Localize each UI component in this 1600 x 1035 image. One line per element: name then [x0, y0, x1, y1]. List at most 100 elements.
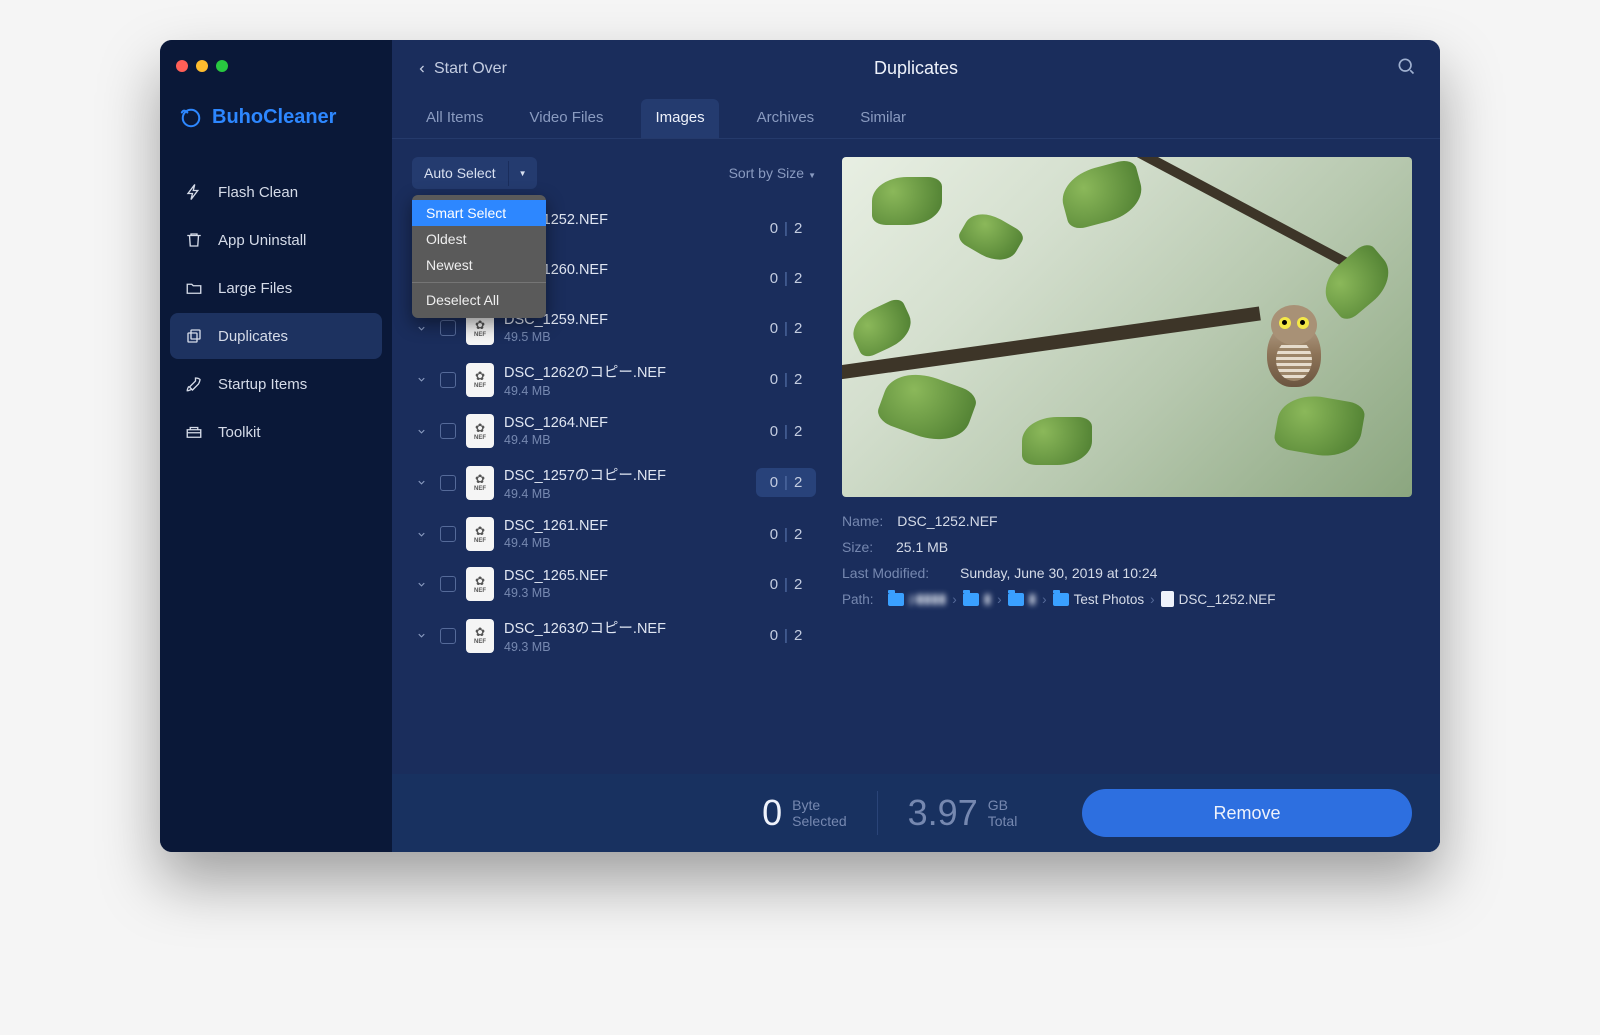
duplicate-count[interactable]: 0|2 [756, 365, 816, 394]
file-name: DSC_1264.NEF [504, 415, 746, 431]
sidebar: BuhoCleaner Flash Clean App Uninstall La… [160, 40, 392, 852]
list-toolbar: Auto Select ▼ Sort by Size▼ Smart Select… [412, 157, 832, 203]
tab-images[interactable]: Images [641, 99, 718, 138]
sidebar-item-toolkit[interactable]: Toolkit [170, 409, 382, 455]
sidebar-item-label: Toolkit [218, 424, 261, 441]
back-button[interactable]: Start Over [416, 60, 507, 78]
sidebar-item-label: Duplicates [218, 328, 288, 345]
path-segment-label: ▮ [1029, 591, 1036, 607]
meta-value-name: DSC_1252.NEF [897, 513, 997, 529]
file-row[interactable]: ✿NEF DSC_1257のコピー.NEF 49.4 MB 0|2 [412, 456, 826, 509]
chevron-down-icon[interactable] [412, 323, 430, 334]
app-window: BuhoCleaner Flash Clean App Uninstall La… [160, 40, 1440, 852]
file-row[interactable]: ✿NEF DSC_1263のコピー.NEF 49.3 MB 0|2 [412, 609, 826, 662]
file-size: 49.4 MB [504, 536, 746, 550]
folder-icon [184, 278, 204, 298]
dropdown-item-newest[interactable]: Newest [412, 252, 546, 278]
selected-label: Selected [792, 813, 846, 829]
chevron-down-icon[interactable] [412, 630, 430, 641]
window-controls [160, 54, 392, 92]
file-row[interactable]: ✿NEF DSC_1261.NEF 49.4 MB 0|2 [412, 509, 826, 559]
duplicate-count[interactable]: 0|2 [756, 570, 816, 599]
footer-bar: 0 Byte Selected 3.97 GB Total Remove [392, 774, 1440, 852]
file-checkbox[interactable] [440, 526, 456, 542]
dropdown-item-smart-select[interactable]: Smart Select [412, 200, 546, 226]
sidebar-item-startup-items[interactable]: Startup Items [170, 361, 382, 407]
duplicate-count[interactable]: 0|2 [756, 468, 816, 497]
duplicate-count[interactable]: 0|2 [756, 520, 816, 549]
duplicate-count[interactable]: 0|2 [756, 264, 816, 293]
sidebar-item-label: Flash Clean [218, 184, 298, 201]
nef-file-icon: ✿NEF [466, 619, 494, 653]
selected-count: 0 [762, 792, 782, 834]
chevron-down-icon[interactable]: ▼ [508, 161, 537, 186]
header: Start Over Duplicates [392, 40, 1440, 91]
close-window-button[interactable] [176, 60, 188, 72]
meta-value-size: 25.1 MB [896, 539, 948, 555]
file-checkbox[interactable] [440, 423, 456, 439]
file-row[interactable]: ✿NEF DSC_1264.NEF 49.4 MB 0|2 [412, 406, 826, 456]
file-checkbox[interactable] [440, 372, 456, 388]
file-size: 49.3 MB [504, 640, 746, 654]
file-name: DSC_1265.NEF [504, 568, 746, 584]
sort-button[interactable]: Sort by Size▼ [729, 165, 816, 181]
chevron-right-icon: › [997, 592, 1002, 607]
selected-stat: 0 Byte Selected [762, 792, 847, 834]
chevron-down-icon[interactable] [412, 529, 430, 540]
file-row[interactable]: ✿NEF DSC_1262のコピー.NEF 49.4 MB 0|2 [412, 353, 826, 406]
chevron-down-icon[interactable] [412, 579, 430, 590]
file-checkbox[interactable] [440, 628, 456, 644]
detail-pane: Name: DSC_1252.NEF Size: 25.1 MB Last Mo… [832, 139, 1440, 774]
sidebar-item-label: App Uninstall [218, 232, 306, 249]
auto-select-dropdown: Smart Select Oldest Newest Deselect All [412, 195, 546, 318]
dropdown-divider [412, 282, 546, 283]
sidebar-item-label: Large Files [218, 280, 292, 297]
chevron-down-icon[interactable] [412, 426, 430, 437]
folder-icon [963, 593, 979, 606]
file-checkbox[interactable] [440, 320, 456, 336]
tab-all-items[interactable]: All Items [418, 99, 492, 138]
auto-select-button[interactable]: Auto Select ▼ [412, 157, 537, 189]
chevron-left-icon [416, 61, 428, 77]
chevron-down-icon[interactable] [412, 477, 430, 488]
chevron-right-icon: › [1042, 592, 1047, 607]
filter-tabs: All Items Video Files Images Archives Si… [392, 91, 1440, 139]
file-list-pane: Auto Select ▼ Sort by Size▼ Smart Select… [392, 139, 832, 774]
duplicate-count[interactable]: 0|2 [756, 214, 816, 243]
tab-archives[interactable]: Archives [749, 99, 823, 138]
selected-unit: Byte [792, 797, 846, 813]
duplicate-count[interactable]: 0|2 [756, 417, 816, 446]
path-segment[interactable]: p▮▮▮▮ [888, 591, 946, 607]
rocket-icon [184, 374, 204, 394]
maximize-window-button[interactable] [216, 60, 228, 72]
path-segment[interactable]: ▮ [963, 591, 991, 607]
file-checkbox[interactable] [440, 576, 456, 592]
dropdown-item-oldest[interactable]: Oldest [412, 226, 546, 252]
path-segment[interactable]: ▮ [1008, 591, 1036, 607]
duplicate-count[interactable]: 0|2 [756, 621, 816, 650]
chevron-down-icon[interactable] [412, 374, 430, 385]
search-button[interactable] [1396, 56, 1416, 81]
minimize-window-button[interactable] [196, 60, 208, 72]
sidebar-item-app-uninstall[interactable]: App Uninstall [170, 217, 382, 263]
logo-icon [180, 107, 202, 129]
path-breadcrumb[interactable]: p▮▮▮▮›▮›▮›Test Photos›DSC_1252.NEF [888, 591, 1275, 607]
path-file[interactable]: DSC_1252.NEF [1161, 591, 1276, 607]
app-name: BuhoCleaner [212, 106, 336, 129]
duplicate-count[interactable]: 0|2 [756, 314, 816, 343]
tab-video-files[interactable]: Video Files [522, 99, 612, 138]
sidebar-item-duplicates[interactable]: Duplicates [170, 313, 382, 359]
file-checkbox[interactable] [440, 475, 456, 491]
sidebar-item-flash-clean[interactable]: Flash Clean [170, 169, 382, 215]
path-segment-label: p▮▮▮▮ [909, 591, 946, 607]
nef-file-icon: ✿NEF [466, 567, 494, 601]
sidebar-item-large-files[interactable]: Large Files [170, 265, 382, 311]
tab-similar[interactable]: Similar [852, 99, 914, 138]
meta-label-size: Size: [842, 539, 882, 555]
page-title: Duplicates [874, 58, 958, 79]
file-row[interactable]: ✿NEF DSC_1265.NEF 49.3 MB 0|2 [412, 559, 826, 609]
chevron-right-icon: › [952, 592, 957, 607]
path-segment[interactable]: Test Photos [1053, 592, 1145, 607]
dropdown-item-deselect-all[interactable]: Deselect All [412, 287, 546, 313]
remove-button[interactable]: Remove [1082, 789, 1412, 837]
